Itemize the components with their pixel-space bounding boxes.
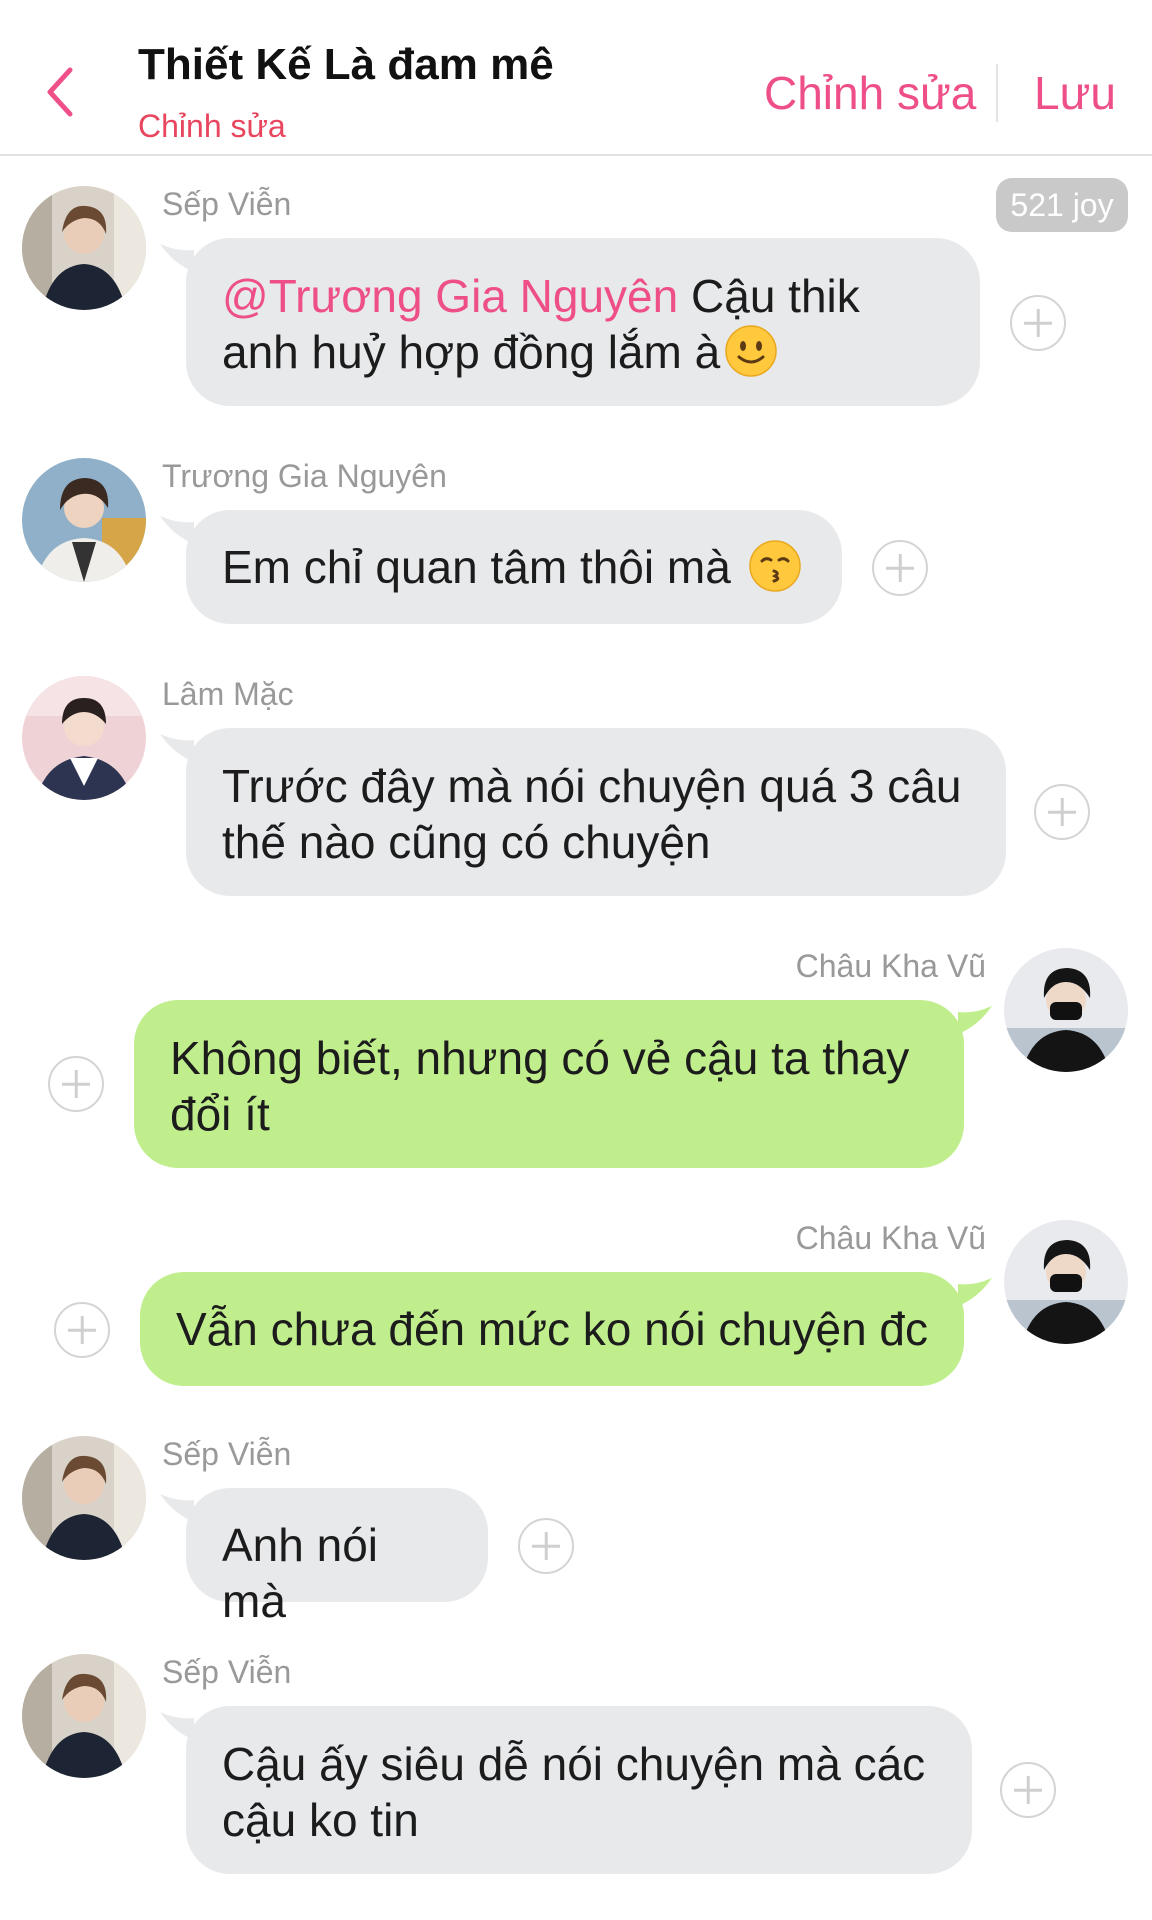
back-chevron-icon[interactable] <box>40 62 80 122</box>
message-text: Cậu ấy siêu dễ nói chuyện mà các cậu ko … <box>222 1738 926 1846</box>
avatar-sep-vien[interactable] <box>22 1436 146 1560</box>
save-button[interactable]: Lưu <box>1034 66 1116 120</box>
slightly-smiling-face-icon <box>725 325 777 377</box>
nav-bar: Thiết Kế Là đam mê Chỉnh sửa Chỉnh sửa L… <box>0 0 1152 156</box>
message-text: Không biết, nhưng có vẻ cậu ta thay đổi … <box>170 1032 910 1140</box>
message-bubble[interactable]: Không biết, nhưng có vẻ cậu ta thay đổi … <box>134 1000 964 1168</box>
bubble-tail <box>958 1006 992 1034</box>
sender-name: Lâm Mặc <box>162 676 294 712</box>
message-bubble[interactable]: @Trương Gia Nguyên Cậu thik anh huỷ hợp … <box>186 238 980 406</box>
message-text: Em chỉ quan tâm thôi mà <box>222 541 744 593</box>
message-text: Vẫn chưa đến mức ko nói chuyện đc <box>176 1303 929 1355</box>
mention-link[interactable]: @Trương Gia Nguyên <box>222 270 678 322</box>
sender-name: Châu Kha Vũ <box>795 1220 986 1256</box>
message-bubble[interactable]: Em chỉ quan tâm thôi mà <box>186 510 842 624</box>
message-text: Anh nói mà <box>222 1519 379 1627</box>
message-bubble[interactable]: Trước đây mà nói chuyện quá 3 câu thế nà… <box>186 728 1006 896</box>
avatar-lam-mac[interactable] <box>22 676 146 800</box>
avatar-chau-kha-vu[interactable] <box>1004 1220 1128 1344</box>
edit-button[interactable]: Chỉnh sửa <box>764 66 976 120</box>
avatar-chau-kha-vu[interactable] <box>1004 948 1128 1072</box>
sender-name: Sếp Viễn <box>162 1654 292 1690</box>
sender-name: Sếp Viễn <box>162 1436 292 1472</box>
chat-title: Thiết Kế Là đam mê <box>138 40 554 89</box>
sender-name: Châu Kha Vũ <box>795 948 986 984</box>
add-reaction-button[interactable] <box>48 1056 104 1112</box>
chat-subtitle[interactable]: Chỉnh sửa <box>138 108 286 145</box>
add-reaction-button[interactable] <box>518 1518 574 1574</box>
message-bubble[interactable]: Anh nói mà <box>186 1488 488 1627</box>
message-bubble[interactable]: Cậu ấy siêu dễ nói chuyện mà các cậu ko … <box>186 1706 972 1874</box>
bubble-tail <box>958 1278 992 1306</box>
avatar-sep-vien[interactable] <box>22 186 146 310</box>
add-reaction-button[interactable] <box>1000 1762 1056 1818</box>
avatar-truong-gia-nguyen[interactable] <box>22 458 146 582</box>
avatar-sep-vien[interactable] <box>22 1654 146 1778</box>
sender-name: Sếp Viễn <box>162 186 292 222</box>
add-reaction-button[interactable] <box>1034 784 1090 840</box>
sender-name: Trương Gia Nguyên <box>162 458 447 494</box>
add-reaction-button[interactable] <box>1010 295 1066 351</box>
kissing-face-icon <box>748 540 801 592</box>
add-reaction-button[interactable] <box>872 540 928 596</box>
header-divider <box>996 64 998 122</box>
message-bubble[interactable]: Vẫn chưa đến mức ko nói chuyện đc <box>140 1272 964 1386</box>
joy-badge: 521 joy <box>996 178 1128 232</box>
add-reaction-button[interactable] <box>54 1302 110 1358</box>
message-text: Trước đây mà nói chuyện quá 3 câu thế nà… <box>222 760 962 868</box>
